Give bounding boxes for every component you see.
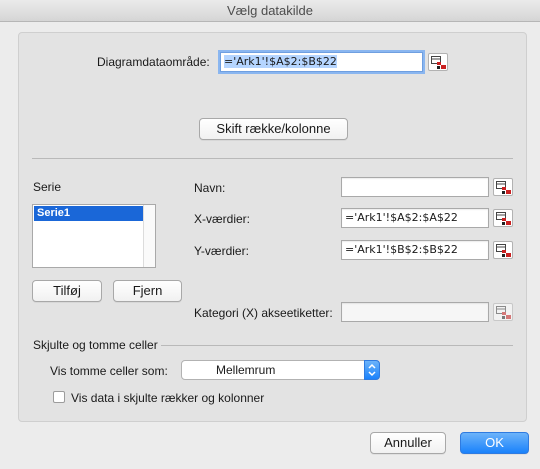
range-select-icon (431, 56, 446, 69)
x-values-range-button[interactable] (493, 209, 513, 227)
y-values-label: Y-værdier: (194, 244, 249, 258)
series-list-item[interactable]: Serie1 (34, 206, 143, 221)
add-series-button[interactable]: Tilføj (32, 280, 102, 302)
show-empty-cells-dropdown[interactable]: Mellemrum (181, 360, 380, 380)
dropdown-arrows (364, 360, 380, 380)
y-values-range-button[interactable] (493, 241, 513, 259)
hidden-cells-divider (161, 345, 513, 346)
chart-data-range-label: Diagramdataområde: (97, 55, 210, 69)
chart-data-range-field[interactable]: ='Ark1'!$A$2:$B$22 (220, 52, 423, 72)
x-values-label: X-værdier: (194, 212, 251, 226)
ok-button[interactable]: OK (460, 432, 529, 454)
x-values-field[interactable]: ='Ark1'!$A$2:$A$22 (341, 208, 489, 228)
select-data-source-dialog: Vælg datakilde Diagramdataområde: ='Ark1… (0, 0, 540, 469)
category-range-button[interactable] (493, 303, 513, 321)
name-range-button[interactable] (493, 178, 513, 196)
show-hidden-data-label: Vis data i skjulte rækker og kolonner (71, 391, 265, 405)
y-values-field[interactable]: ='Ark1'!$B$2:$B$22 (341, 240, 489, 260)
range-select-icon (496, 244, 511, 257)
section-divider (32, 158, 513, 159)
category-axis-labels-label: Kategori (X) akseetiketter: (194, 306, 333, 320)
range-select-icon (496, 306, 511, 319)
range-select-icon (496, 212, 511, 225)
range-select-icon (496, 181, 511, 194)
window-title: Vælg datakilde (0, 0, 540, 22)
show-empty-cells-value: Mellemrum (216, 363, 276, 377)
show-hidden-data-checkbox[interactable] (53, 391, 65, 403)
remove-series-button[interactable]: Fjern (113, 280, 182, 302)
series-header: Serie (33, 180, 62, 194)
chevron-up-down-icon (368, 363, 376, 377)
chart-data-range-value: ='Ark1'!$A$2:$B$22 (224, 55, 337, 68)
switch-row-column-button[interactable]: Skift række/kolonne (199, 118, 348, 140)
name-field[interactable] (341, 177, 489, 197)
range-selector-button[interactable] (428, 53, 448, 71)
series-list[interactable]: Serie1 (32, 204, 156, 268)
name-label: Navn: (194, 181, 226, 195)
cancel-button[interactable]: Annuller (370, 432, 446, 454)
category-axis-labels-field[interactable] (341, 302, 489, 322)
show-empty-cells-label: Vis tomme celler som: (50, 364, 168, 378)
series-list-scrollbar[interactable] (143, 205, 155, 267)
hidden-empty-cells-header: Skjulte og tomme celler (33, 338, 158, 352)
